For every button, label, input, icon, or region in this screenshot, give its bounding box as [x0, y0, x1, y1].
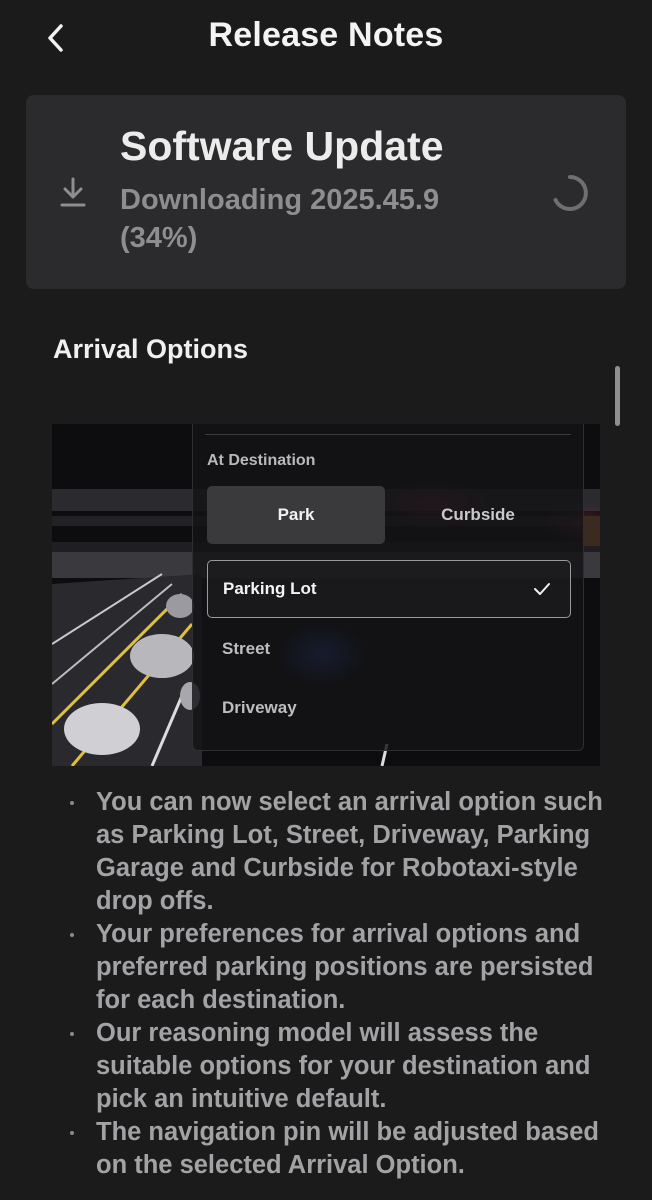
download-status: Downloading 2025.45.9 (34%) — [120, 184, 440, 254]
note-text: The navigation pin will be adjusted base… — [96, 1118, 599, 1179]
option-street[interactable]: Street — [222, 639, 270, 659]
header-bar: Release Notes — [0, 0, 652, 80]
list-item: The navigation pin will be adjusted base… — [64, 1116, 604, 1182]
segment-park[interactable]: Park — [207, 486, 385, 544]
option-parking-lot[interactable]: Parking Lot — [207, 560, 571, 618]
bullet-dot — [70, 933, 74, 937]
page-title: Release Notes — [208, 16, 444, 54]
note-text: Your preferences for arrival options and… — [96, 920, 594, 1014]
arrival-options-panel: At Destination Park Curbside Parking Lot… — [192, 424, 584, 751]
list-item: You can now select an arrival option suc… — [64, 786, 604, 918]
note-text: You can now select an arrival option suc… — [96, 788, 603, 915]
software-update-card[interactable]: Software Update Downloading 2025.45.9 (3… — [26, 95, 626, 289]
bullet-dot — [70, 1131, 74, 1135]
scrollbar-thumb[interactable] — [615, 366, 620, 426]
option-driveway[interactable]: Driveway — [222, 698, 297, 718]
panel-label: At Destination — [207, 452, 316, 469]
bullet-dot — [70, 801, 74, 805]
feature-preview-image: At Destination Park Curbside Parking Lot… — [52, 424, 600, 766]
section-title: Arrival Options — [53, 334, 249, 364]
release-notes-list: You can now select an arrival option suc… — [64, 786, 604, 1182]
loading-spinner-icon — [553, 175, 588, 211]
divider — [205, 434, 571, 435]
list-item: Our reasoning model will assess the suit… — [64, 1017, 604, 1116]
update-title: Software Update — [120, 123, 444, 169]
bullet-dot — [70, 1032, 74, 1036]
download-icon — [60, 177, 86, 207]
list-item: Your preferences for arrival options and… — [64, 918, 604, 1017]
checkmark-icon — [534, 583, 550, 595]
option-label: Parking Lot — [223, 579, 317, 598]
note-text: Our reasoning model will assess the suit… — [96, 1019, 591, 1113]
segment-curbside[interactable]: Curbside — [389, 486, 567, 544]
